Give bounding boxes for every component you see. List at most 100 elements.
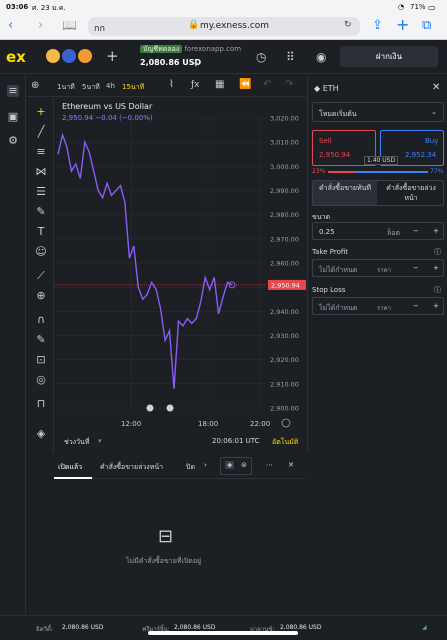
tab-closed-orders[interactable]: ปิด (186, 462, 195, 473)
redo-icon[interactable]: ↷ (285, 79, 293, 90)
trade-panel: ◆ ETH ✕ โหมดเริ่มต้น ⌄ Sell 2,950.94 Buy… (307, 76, 447, 453)
undo-icon[interactable]: ↶ (263, 79, 271, 90)
fib-icon[interactable]: ☰ (35, 186, 47, 198)
timeframe-4h[interactable]: 4h (106, 82, 115, 90)
reload-icon[interactable]: ↻ (344, 20, 352, 30)
account-summary-bar: อิควิตี้: 2,080.86 USD ฟรีมาร์จิ้น: 2,08… (0, 615, 447, 640)
more-icon[interactable]: ⋯ (266, 461, 273, 469)
sell-sentiment: 23% (312, 168, 326, 175)
exness-logo[interactable]: ex (6, 48, 26, 66)
layout-icon[interactable]: ▦ (215, 79, 224, 90)
account-balance[interactable]: 2,080.86 USD (140, 58, 201, 67)
empty-state-text: ไม่มีคำสั่งซื้อขายที่เปิดอยู่ (126, 557, 202, 565)
lock-drawing-icon[interactable]: ✎ (35, 334, 47, 346)
alarm-icon[interactable]: ◷ (256, 50, 266, 64)
tab-pending-order[interactable]: คำสั่งซื้อขายล่วงหน้า (381, 183, 441, 203)
back-arrow-icon[interactable]: ‹ (8, 18, 13, 33)
tabs-icon[interactable]: ⧉ (422, 18, 431, 33)
increase-volume-button[interactable]: + (433, 227, 439, 235)
info-icon[interactable]: ⓘ (434, 247, 441, 257)
emoji-icon[interactable]: ☺ (35, 246, 47, 258)
chevron-down-icon[interactable]: ▾ (194, 60, 198, 69)
apps-grid-icon[interactable]: ⠿ (286, 50, 295, 64)
tab-market-order[interactable]: คำสั่งซื้อขายทันที (313, 181, 377, 205)
y-tick-label: 2,990.00 (270, 187, 299, 195)
profile-icon[interactable]: ◉ (316, 50, 326, 64)
instrument-tab-icon[interactable] (62, 49, 76, 63)
brush-icon[interactable]: ✎ (35, 206, 47, 218)
instrument-tab-icon[interactable] (46, 49, 60, 63)
active-tab-indicator (54, 477, 92, 479)
layers-icon[interactable]: ◈ (225, 461, 235, 469)
sentiment-bar-buy (356, 171, 428, 173)
decrease-volume-button[interactable]: − (413, 227, 419, 235)
channel-icon[interactable]: ≡ (35, 146, 47, 158)
add-instrument-button[interactable]: + (106, 47, 119, 65)
timeframe-15m[interactable]: 15นาที (122, 82, 144, 93)
stack-icon[interactable]: ⊜ (241, 461, 247, 469)
magnet-icon[interactable]: ∩ (35, 314, 47, 326)
trash-icon[interactable]: ⊓ (35, 398, 47, 410)
menu-icon[interactable]: ≡ (7, 85, 19, 97)
y-tick-label: 2,910.00 (270, 380, 299, 388)
price-chart-svg[interactable]: 2,900.00 2,910.00 2,920.00 2,930.00 2,940.00… (54, 98, 306, 433)
auto-scale-toggle[interactable]: อัตโนมัติ (272, 437, 298, 448)
deposit-button[interactable]: ฝากเงิน (340, 46, 438, 67)
stop-loss-input[interactable]: ไม่ได้กำหนด ราคา − + (312, 297, 444, 315)
close-icon[interactable]: ✕ (432, 82, 440, 93)
pattern-icon[interactable]: ⋈ (35, 166, 47, 178)
add-indicator-icon[interactable]: ⊕ (31, 80, 39, 91)
increase-sl-button[interactable]: + (433, 302, 439, 310)
tab-pending-orders[interactable]: คำสั่งซื้อขายล่วงหน้า (100, 462, 163, 473)
chevron-down-icon[interactable]: ▾ (98, 437, 102, 445)
equity-value: 2,080.86 USD (62, 624, 104, 631)
book-icon[interactable]: 📖 (62, 18, 77, 32)
y-tick-label: 3,010.00 (270, 139, 299, 147)
sentiment-bar-sell (328, 171, 356, 173)
left-rail: ≡ ▣ ⚙ (0, 75, 26, 615)
order-mode-select[interactable]: โหมดเริ่มต้น ⌄ (312, 102, 444, 122)
close-icon[interactable]: ✕ (288, 461, 294, 469)
date-range-selector[interactable]: ช่วงวันที่ (64, 437, 89, 448)
event-flag-icon (166, 404, 174, 412)
chart-type-icon[interactable]: ⌇ (169, 79, 174, 90)
app-header: ex + บัญชีทดลอง forexonapp.com 2,080.86 … (0, 40, 447, 74)
take-profit-input[interactable]: ไม่ได้กำหนด ราคา − + (312, 259, 444, 277)
decrease-sl-button[interactable]: − (413, 302, 419, 310)
replay-icon[interactable]: ⏪ (239, 79, 251, 90)
lock-icon[interactable]: ⊡ (35, 354, 47, 366)
layers-icon[interactable]: ◈ (35, 428, 47, 440)
share-icon[interactable]: ⇪ (372, 18, 383, 33)
new-tab-icon[interactable]: + (396, 15, 409, 34)
status-time: 03:06 (6, 3, 29, 11)
indicators-icon[interactable]: ƒx (191, 80, 200, 90)
chevron-right-icon[interactable]: › (204, 461, 207, 469)
price-chart-area[interactable]: 2,900.00 2,910.00 2,920.00 2,930.00 2,940.00… (54, 98, 306, 453)
address-bar[interactable]: กก 🔒 my.exness.com ↻ (88, 17, 360, 36)
forward-arrow-icon[interactable]: › (38, 18, 43, 33)
y-tick-label: 2,920.00 (270, 356, 299, 364)
crosshair-icon[interactable]: + (35, 106, 47, 118)
timeframe-5m[interactable]: 5นาที (82, 82, 100, 93)
instrument-tab-icon[interactable] (78, 49, 92, 63)
volume-input[interactable]: 0.25 ล็อต − + (312, 222, 444, 240)
zoom-icon[interactable]: ⊕ (35, 290, 47, 302)
increase-tp-button[interactable]: + (433, 264, 439, 272)
timeframe-1m[interactable]: 1นาที (57, 82, 75, 93)
decrease-tp-button[interactable]: − (413, 264, 419, 272)
ruler-icon[interactable]: ⟋ (35, 270, 47, 282)
calendar-icon[interactable]: ▣ (7, 111, 19, 123)
info-icon[interactable]: ⓘ (434, 285, 441, 295)
text-icon[interactable]: T (35, 226, 47, 238)
eye-icon[interactable]: ◎ (35, 374, 47, 386)
event-flag-icon (146, 404, 154, 412)
y-tick-label: 2,940.00 (270, 308, 299, 316)
settings-icon (281, 418, 291, 428)
chart-title: Ethereum vs US Dollar (62, 102, 153, 111)
chart-ohlc: 2,950.94 −0.04 (−0.00%) (62, 114, 153, 122)
chevron-down-icon: ⌄ (431, 108, 437, 116)
trendline-icon[interactable]: ╱ (35, 126, 47, 138)
orders-tabs: เปิดแล้ว คำสั่งซื้อขายล่วงหน้า ปิด › ◈ ⊜… (54, 455, 306, 479)
settings-icon[interactable]: ⚙ (7, 135, 19, 147)
tab-open-orders[interactable]: เปิดแล้ว (58, 462, 82, 473)
